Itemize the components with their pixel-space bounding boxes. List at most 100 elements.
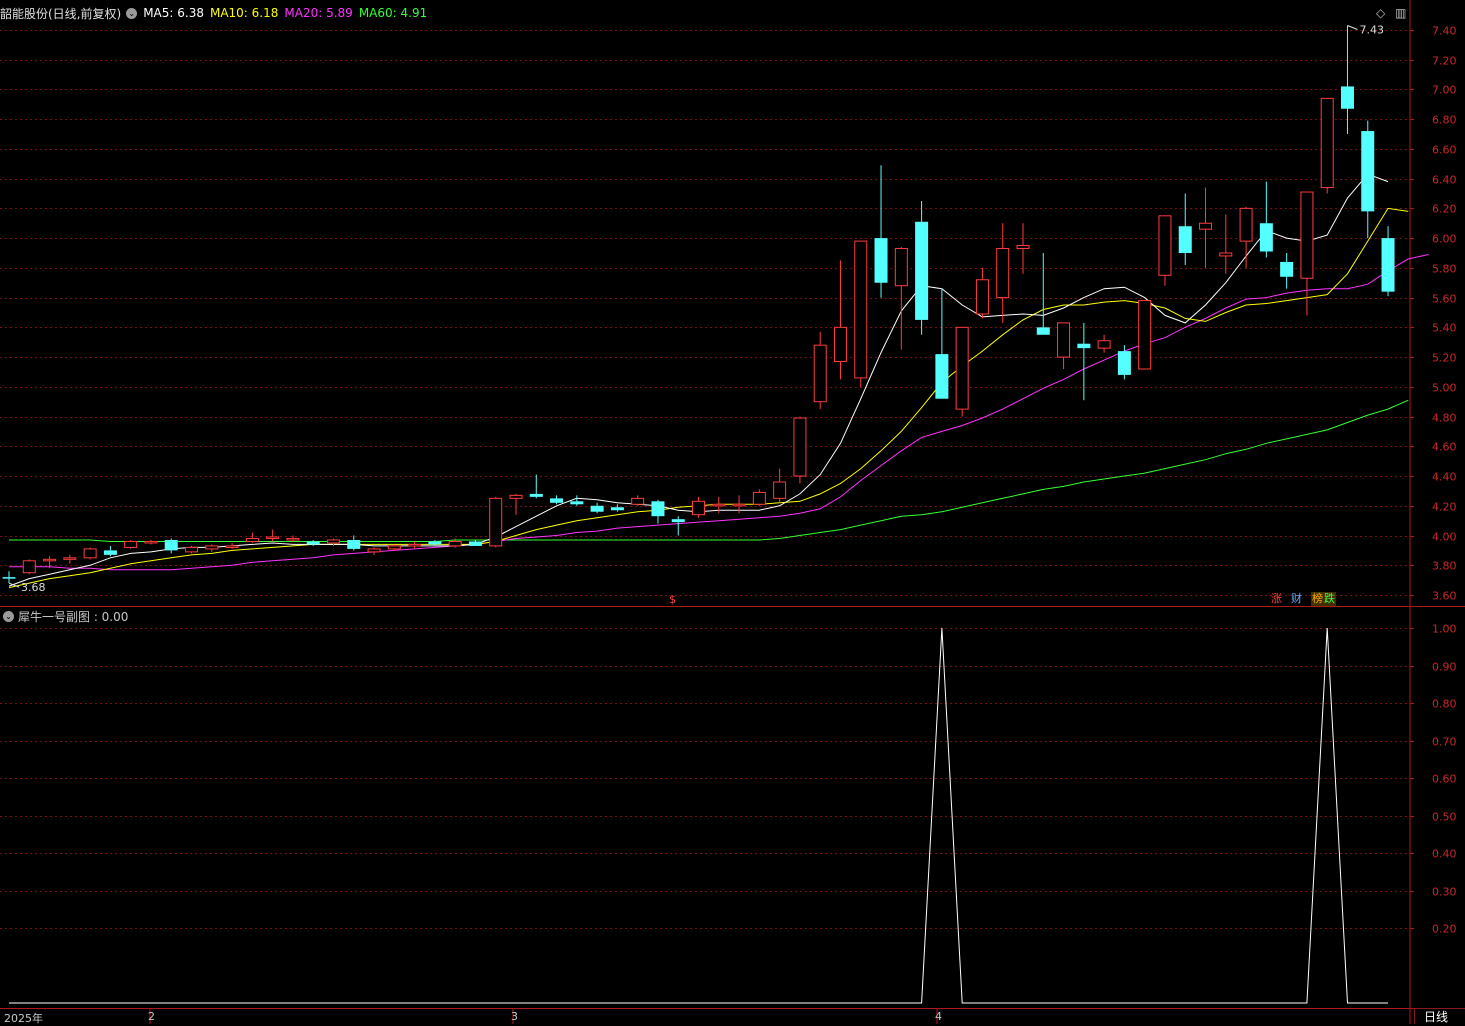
- candle[interactable]: [570, 495, 584, 506]
- candle[interactable]: [1057, 322, 1071, 369]
- candle-body: [732, 503, 746, 507]
- candle[interactable]: [955, 326, 969, 417]
- candle[interactable]: [550, 495, 564, 505]
- candle[interactable]: [22, 559, 36, 575]
- top-right-tools: ◇ ▥: [1376, 6, 1412, 20]
- candle[interactable]: [813, 331, 827, 410]
- moving-average-lines: [8, 173, 1429, 589]
- candle[interactable]: [671, 516, 685, 536]
- indicator-line: [9, 627, 1388, 1004]
- candle[interactable]: [1117, 345, 1131, 380]
- candle-body: [894, 248, 908, 287]
- candle[interactable]: [692, 496, 706, 518]
- candle[interactable]: [245, 532, 259, 543]
- panel-toggle-icon[interactable]: ▥: [1395, 6, 1406, 20]
- indicator-tick-label: 0.60: [1432, 773, 1457, 786]
- badge-finance[interactable]: 财: [1290, 592, 1303, 606]
- indicator-tick-label: 0.20: [1432, 923, 1457, 936]
- candle[interactable]: [1320, 97, 1334, 194]
- candle-body: [1361, 131, 1375, 212]
- candle[interactable]: [1138, 300, 1152, 370]
- candle[interactable]: [387, 544, 401, 551]
- kline-chart[interactable]: 7.40 7.20 7.00 6.80 6.60 6.40 6.20 6.00 5.80 5.60…: [0, 0, 1465, 1024]
- candle[interactable]: [1381, 226, 1395, 297]
- candle[interactable]: [489, 496, 503, 548]
- candle[interactable]: [854, 240, 868, 387]
- candle-body: [22, 560, 36, 574]
- event-marker[interactable]: $: [669, 593, 676, 606]
- candle[interactable]: [874, 165, 888, 298]
- candle[interactable]: [83, 547, 97, 560]
- candle-body: [692, 500, 706, 516]
- candle-body: [529, 493, 543, 497]
- candle-body: [550, 498, 564, 503]
- candle[interactable]: [63, 554, 77, 564]
- candle[interactable]: [347, 535, 361, 551]
- ma10-line: [8, 207, 1409, 589]
- candle[interactable]: [1178, 193, 1192, 265]
- candle[interactable]: [2, 571, 16, 584]
- candle[interactable]: [590, 502, 604, 514]
- candle[interactable]: [1097, 334, 1111, 353]
- chevron-down-icon[interactable]: ⌄: [126, 7, 138, 19]
- candle[interactable]: [529, 474, 543, 499]
- candle[interactable]: [1361, 120, 1375, 239]
- candle[interactable]: [286, 535, 300, 542]
- candle[interactable]: [1077, 322, 1091, 401]
- candle-body: [671, 519, 685, 523]
- candle[interactable]: [164, 538, 178, 554]
- candle[interactable]: [1280, 252, 1294, 289]
- candle[interactable]: [185, 545, 199, 554]
- candle[interactable]: [225, 542, 239, 549]
- candle-body: [1199, 222, 1213, 230]
- candle[interactable]: [1340, 25, 1354, 135]
- price-tick-label: 4.40: [1432, 471, 1457, 484]
- price-tick-label: 6.00: [1432, 233, 1457, 246]
- candle[interactable]: [1016, 223, 1030, 274]
- candle-body: [1340, 86, 1354, 109]
- candle[interactable]: [1158, 215, 1172, 286]
- stock-title[interactable]: 韶能股份(日线,前复权): [0, 5, 121, 22]
- period-tab-daily[interactable]: 日线: [1414, 1008, 1465, 1024]
- badge-fall[interactable]: 跌: [1323, 592, 1336, 606]
- candle[interactable]: [975, 267, 989, 319]
- price-tick-label: 7.40: [1432, 25, 1457, 38]
- candle[interactable]: [468, 539, 482, 546]
- candle-body: [631, 497, 645, 505]
- candle-body: [610, 507, 624, 511]
- candle[interactable]: [1199, 187, 1213, 268]
- candle[interactable]: [915, 200, 929, 335]
- chevron-down-icon[interactable]: ⌄: [3, 610, 14, 622]
- candle[interactable]: [752, 489, 766, 506]
- candle[interactable]: [408, 541, 422, 549]
- candle-body: [1239, 207, 1253, 242]
- candle[interactable]: [631, 495, 645, 506]
- high-mark-label: 7.43: [1359, 23, 1384, 36]
- badge-rise[interactable]: 涨: [1270, 592, 1283, 606]
- candle[interactable]: [124, 539, 138, 549]
- candle[interactable]: [367, 547, 381, 555]
- candle[interactable]: [773, 468, 787, 503]
- candle[interactable]: [1259, 181, 1273, 258]
- candle[interactable]: [205, 544, 219, 552]
- candle-body: [43, 558, 57, 562]
- indicator-title[interactable]: 犀牛一号副图 : 0.00: [18, 608, 128, 625]
- candle-body: [428, 541, 442, 545]
- candle[interactable]: [1239, 206, 1253, 268]
- candle[interactable]: [509, 493, 523, 515]
- price-tick-label: 7.20: [1432, 55, 1457, 68]
- candle[interactable]: [144, 539, 158, 545]
- candle[interactable]: [610, 504, 624, 512]
- candle-body: [489, 497, 503, 547]
- candle[interactable]: [935, 288, 949, 399]
- candle-body: [935, 354, 949, 399]
- diamond-icon[interactable]: ◇: [1376, 6, 1385, 20]
- candle[interactable]: [103, 545, 117, 557]
- candle[interactable]: [833, 260, 847, 380]
- candle[interactable]: [266, 529, 280, 542]
- candle[interactable]: [793, 416, 807, 484]
- candlesticks[interactable]: [2, 25, 1395, 584]
- candle[interactable]: [651, 499, 665, 524]
- candle[interactable]: [1036, 252, 1050, 335]
- candle[interactable]: [1219, 214, 1233, 274]
